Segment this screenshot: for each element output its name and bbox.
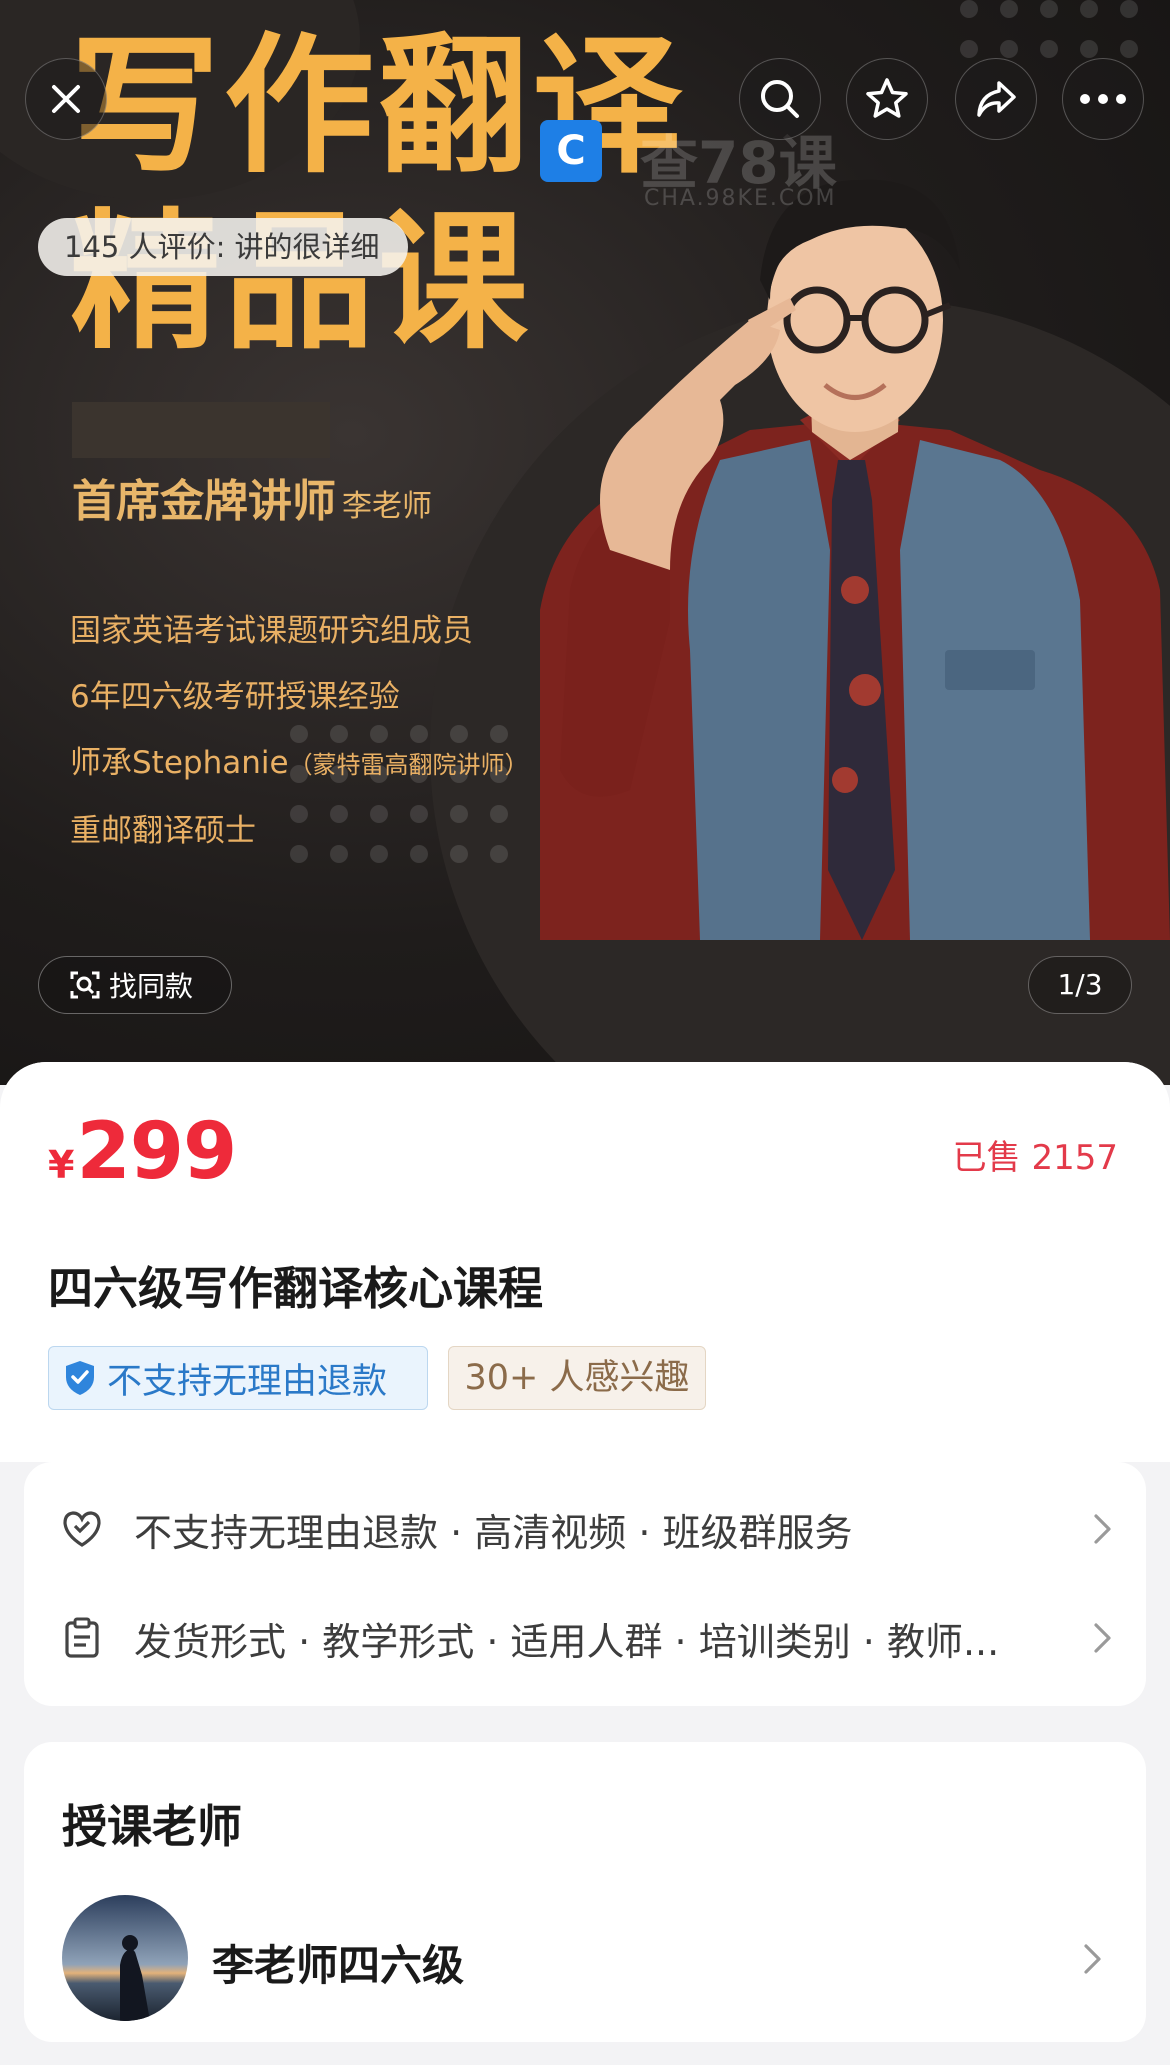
banner-bullets: 国家英语考试课题研究组成员 6年四六级考研授课经验 师承Stephanie（蒙特…	[70, 598, 529, 864]
sold-count: 已售 2157	[952, 1138, 1118, 1178]
star-icon	[866, 78, 908, 118]
find-similar-label: 找同款	[109, 970, 194, 1003]
more-icon	[1080, 94, 1126, 104]
watermark: C 查78课 CHA.98KE.COM	[540, 120, 837, 211]
banner-bullet: 重邮翻译硕士	[70, 813, 256, 849]
service-guarantee-text: 不支持无理由退款 · 高清视频 · 班级群服务	[134, 1510, 853, 1555]
price: ¥ 299	[48, 1107, 237, 1197]
scan-icon	[70, 971, 100, 999]
banner-teacher-name: 李老师	[342, 489, 432, 524]
more-button[interactable]	[1062, 58, 1144, 140]
banner-teacher: 首席金牌讲师 李老师	[72, 465, 432, 529]
price-value: 299	[76, 1107, 237, 1197]
teacher-section-heading: 授课老师	[62, 1800, 243, 1853]
chevron-right-icon	[1094, 1514, 1111, 1544]
teacher-photo	[540, 179, 1170, 940]
banner-bullet-note: （蒙特雷高翻院讲师）	[288, 751, 529, 779]
shield-check-icon	[66, 1361, 94, 1395]
service-params-row[interactable]: 发货形式 · 教学形式 · 适用人群 · 培训类别 · 教师...	[60, 1603, 1116, 1673]
banner-bullet: 师承Stephanie（蒙特雷高翻院讲师）	[70, 730, 529, 798]
image-page-indicator: 1/3	[1028, 956, 1132, 1014]
decor-dots	[960, 0, 1138, 58]
review-count-pill[interactable]: 145 人评价: 讲的很详细	[38, 218, 408, 276]
watermark-sub: CHA.98KE.COM	[644, 186, 837, 211]
clipboard-icon	[65, 1617, 99, 1658]
service-params-text: 发货形式 · 教学形式 · 适用人群 · 培训类别 · 教师...	[134, 1619, 1000, 1664]
teacher-card: 授课老师 李老师四六级	[24, 1742, 1146, 2042]
service-guarantee-row[interactable]: 不支持无理由退款 · 高清视频 · 班级群服务	[60, 1494, 1116, 1564]
search-icon	[761, 80, 799, 118]
banner-bullet: 国家英语考试课题研究组成员	[70, 613, 473, 649]
course-title: 四六级写作翻译核心课程	[48, 1262, 544, 1315]
share-button[interactable]	[955, 58, 1037, 140]
teacher-name[interactable]: 李老师四六级	[212, 1932, 464, 1993]
service-info-card: 不支持无理由退款 · 高清视频 · 班级群服务 发货形式 · 教学形式 · 适用…	[24, 1462, 1146, 1706]
avatar[interactable]	[62, 1895, 188, 2021]
watermark-logo-icon: C	[540, 120, 602, 182]
interest-tag: 30+ 人感兴趣	[448, 1346, 706, 1410]
share-icon	[977, 81, 1016, 117]
favorite-button[interactable]	[846, 58, 928, 140]
price-currency: ¥	[48, 1143, 75, 1187]
refund-policy-label: 不支持无理由退款	[107, 1361, 388, 1402]
heart-shield-icon	[63, 1511, 101, 1547]
close-button[interactable]	[25, 58, 107, 140]
banner-bullet-text: 师承Stephanie	[70, 745, 289, 781]
decor-bar	[72, 402, 330, 458]
find-similar-button[interactable]: 找同款	[38, 956, 232, 1014]
search-button[interactable]	[739, 58, 821, 140]
product-image-banner[interactable]: 写作翻译 精品课 首席金牌讲师 李老师 国家英语考试课题研究组成员 6年四六级考研…	[0, 0, 1170, 1085]
banner-teacher-title: 首席金牌讲师	[72, 476, 336, 527]
banner-bullet: 6年四六级考研授课经验	[70, 679, 400, 715]
refund-policy-tag: 不支持无理由退款	[48, 1346, 428, 1410]
product-summary: ¥ 299 已售 2157 四六级写作翻译核心课程 不支持无理由退款 30+ 人…	[0, 1062, 1170, 1462]
close-icon	[52, 85, 80, 113]
product-detail-sheet: ¥ 299 已售 2157 四六级写作翻译核心课程 不支持无理由退款 30+ 人…	[0, 1062, 1170, 2065]
chevron-right-icon[interactable]	[1080, 1940, 1106, 1978]
avatar-image	[62, 1895, 188, 2021]
chevron-right-icon	[1094, 1623, 1111, 1653]
